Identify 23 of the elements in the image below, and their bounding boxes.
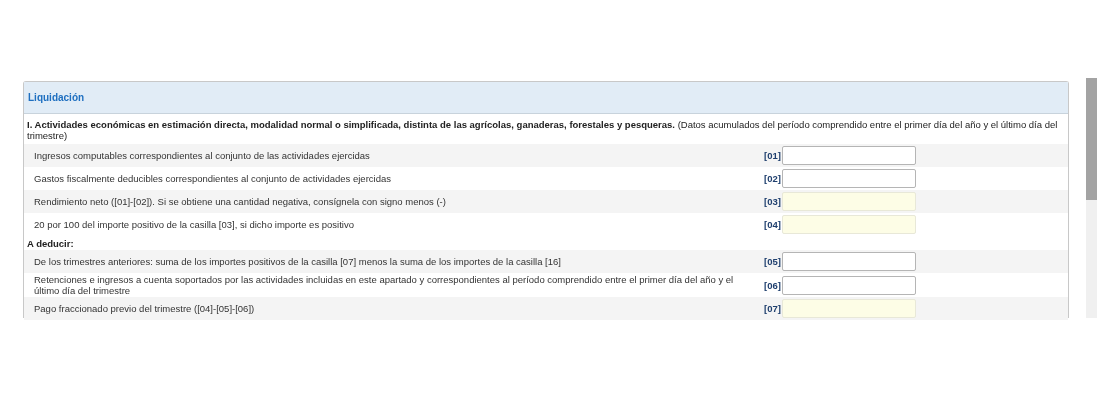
box-number: [07]	[763, 303, 781, 314]
row-label: Gastos fiscalmente deducibles correspondientes al conjunto de actividades ejercidas	[33, 173, 392, 184]
section-heading: A deducir:	[26, 237, 75, 250]
row-label: Ingresos computables correspondientes al conjunto de las actividades ejercidas	[33, 150, 371, 161]
amount-field[interactable]	[782, 169, 916, 188]
box-number: [02]	[763, 173, 781, 184]
row-label: Retenciones e ingresos a cuenta soportados por las actividades incluidas en este apartado y correspondientes al período comprendido entre el primer día del año y el último día del trimestre	[33, 274, 735, 296]
row-label: Pago fraccionado previo del trimestre ([04]-[05]-[06])	[33, 303, 256, 314]
box-number: [01]	[763, 150, 781, 161]
scrollbar-thumb[interactable]	[1086, 78, 1097, 200]
row-label: Rendimiento neto ([01]-[02]). Si se obtiene una cantidad negativa, consígnela con signo menos (-)	[33, 196, 447, 207]
box-number: [05]	[763, 256, 781, 267]
row-label: De los trimestres anteriores: suma de los importes positivos de la casilla [07] menos la suma de los importes de la casilla [16]	[33, 256, 562, 267]
amount-field[interactable]	[782, 146, 916, 165]
section-heading: I. Actividades económicas en estimación directa, modalidad normal o simplificada, distinta de las agrícolas, ganaderas, forestales y pesqueras. (Datos acumulados del período comprendido entre el primer día del año y el último día del trimestre)	[26, 118, 1059, 143]
row-label: 20 por 100 del importe positivo de la casilla [03], si dicho importe es positivo	[33, 219, 355, 230]
amount-field[interactable]	[782, 252, 916, 271]
scrollbar[interactable]	[1086, 78, 1097, 318]
box-number: [04]	[763, 219, 781, 230]
panel-title: Liquidación	[28, 92, 85, 103]
box-number: [06]	[763, 279, 781, 291]
box-number: [03]	[763, 196, 781, 207]
amount-field[interactable]	[782, 275, 916, 295]
